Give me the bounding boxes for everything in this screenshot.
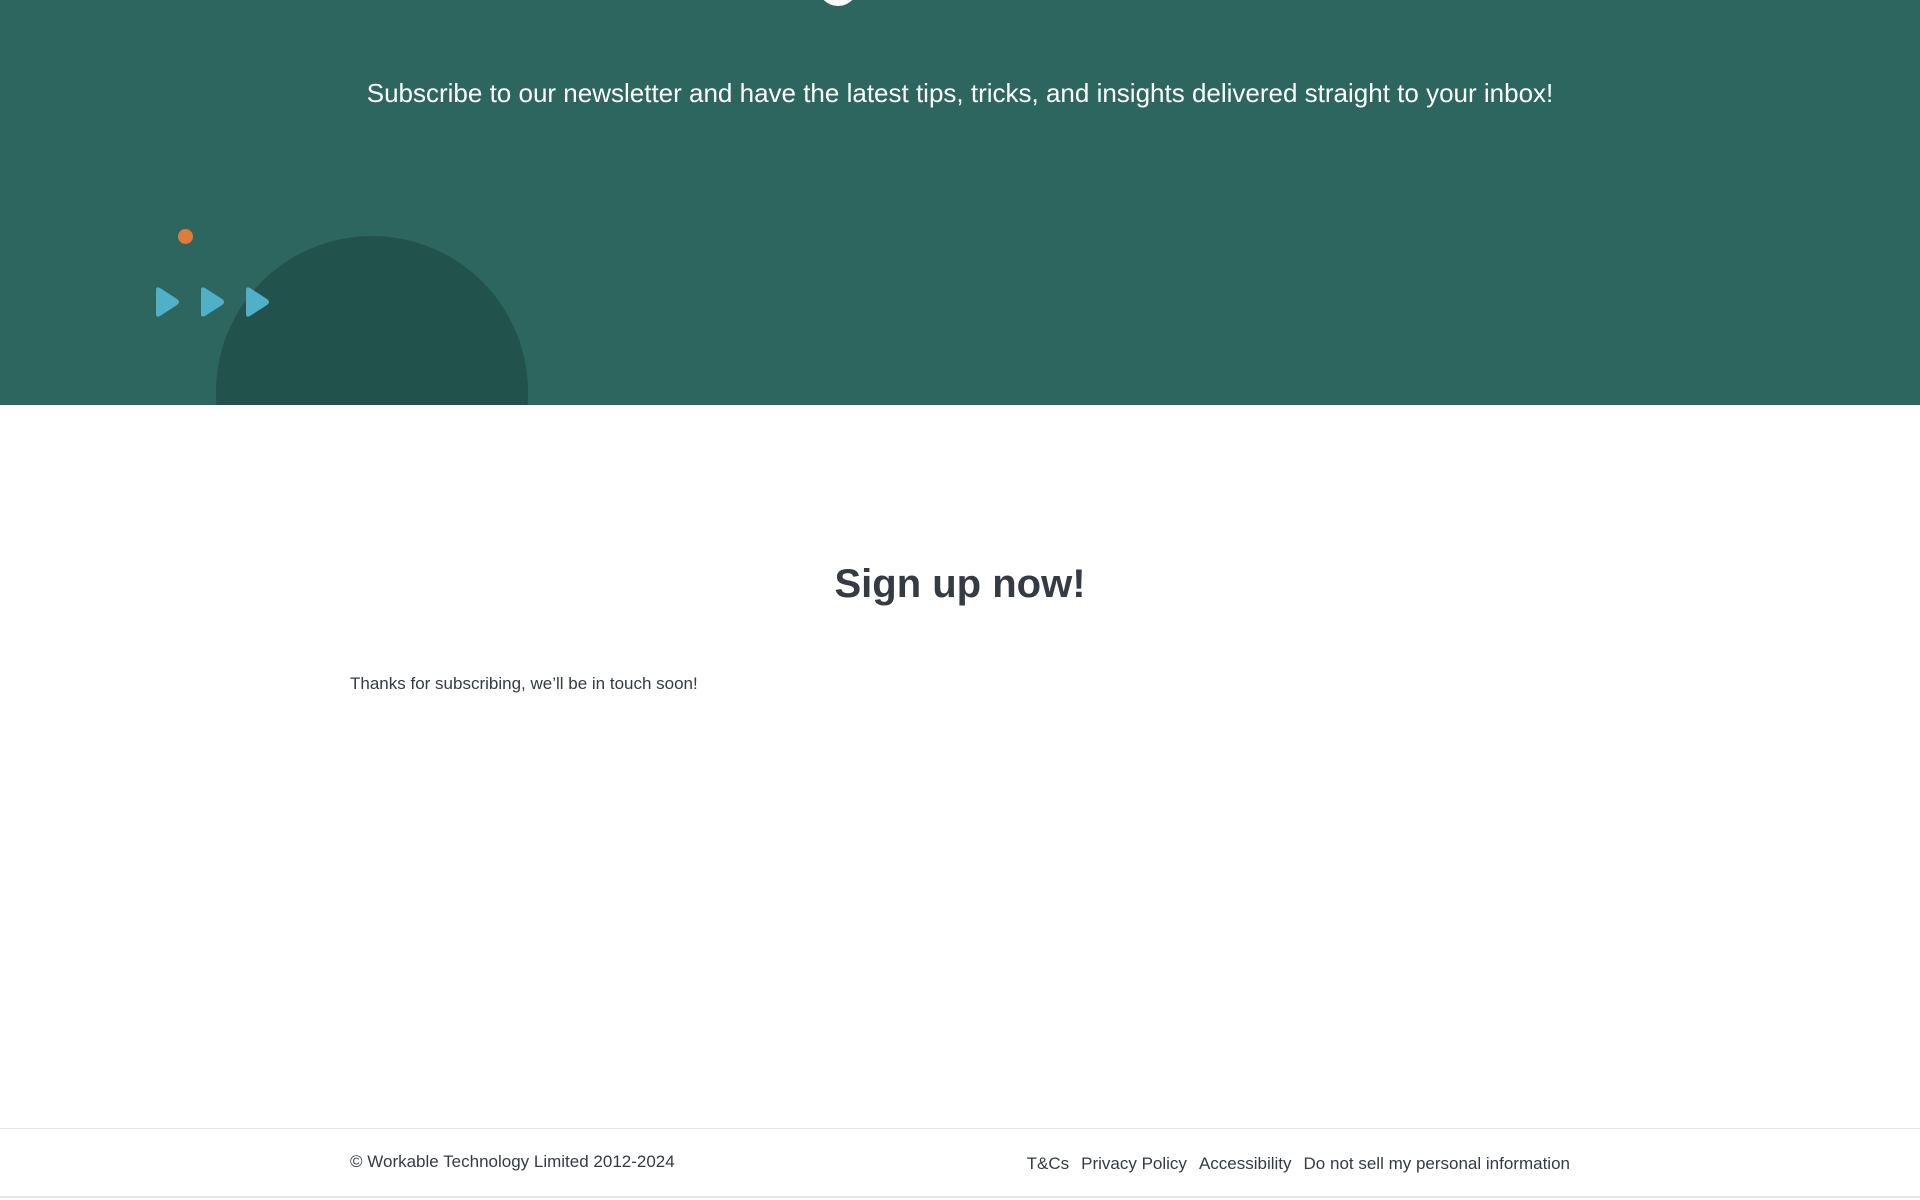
hero-subtitle: Subscribe to our newsletter and have the…	[366, 78, 1554, 108]
footer-copyright: © Workable Technology Limited 2012-2024	[350, 1152, 675, 1171]
footer-link-accessibility[interactable]: Accessibility	[1199, 1154, 1292, 1174]
decorative-circle	[216, 236, 528, 405]
footer-links: T&Cs Privacy Policy Accessibility Do not…	[1027, 1154, 1570, 1174]
subscription-confirmation: Thanks for subscribing, we’ll be in touc…	[350, 674, 698, 693]
newsletter-hero: Subscribe to our newsletter and have the…	[0, 0, 1920, 405]
footer-link-terms[interactable]: T&Cs	[1027, 1154, 1070, 1174]
footer-link-privacy-policy[interactable]: Privacy Policy	[1081, 1154, 1187, 1174]
play-arrow-icon	[246, 287, 269, 317]
footer-link-do-not-sell[interactable]: Do not sell my personal information	[1304, 1154, 1570, 1174]
play-arrows-icon	[156, 287, 269, 317]
hero-title-fragment	[818, 0, 858, 6]
page-footer: © Workable Technology Limited 2012-2024 …	[0, 1128, 1920, 1198]
signup-heading: Sign up now!	[834, 562, 1086, 606]
decorative-dot	[178, 229, 193, 244]
play-arrow-icon	[156, 287, 179, 317]
play-arrow-icon	[201, 287, 224, 317]
